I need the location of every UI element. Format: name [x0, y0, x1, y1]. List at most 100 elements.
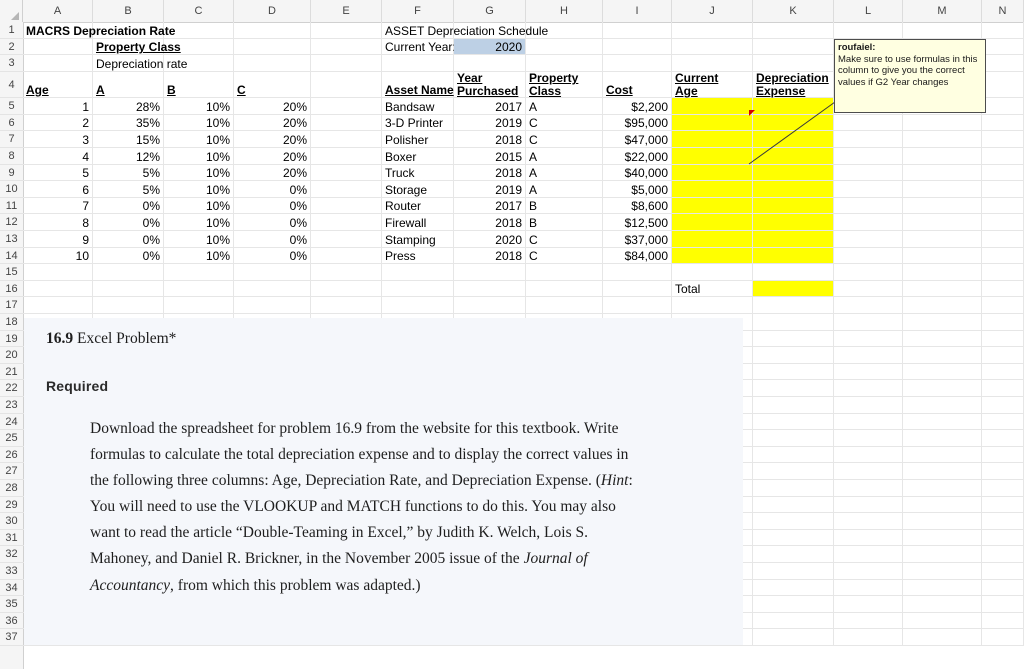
- cell-L10[interactable]: [834, 181, 903, 198]
- cell-E1[interactable]: [311, 22, 382, 39]
- cell-K18[interactable]: [753, 314, 834, 331]
- cell-I2[interactable]: [603, 39, 672, 56]
- cell-N18[interactable]: [982, 314, 1024, 331]
- cell-L8[interactable]: [834, 148, 903, 165]
- cell-H15[interactable]: [526, 264, 603, 281]
- asset-name-value[interactable]: Firewall: [382, 214, 454, 231]
- cell-E17[interactable]: [311, 297, 382, 314]
- cell-A16[interactable]: [23, 281, 93, 298]
- column-header-a[interactable]: A: [23, 0, 93, 22]
- year-purchased-value[interactable]: 2017: [454, 98, 526, 115]
- current-age-value[interactable]: [672, 181, 753, 198]
- current-age-value[interactable]: [672, 148, 753, 165]
- row-header-13[interactable]: 13: [0, 231, 23, 248]
- column-header-e[interactable]: E: [311, 0, 382, 22]
- macrs-age-value[interactable]: 4: [23, 148, 93, 165]
- cell-M17[interactable]: [903, 297, 982, 314]
- cell-L17[interactable]: [834, 297, 903, 314]
- row-header-4[interactable]: 4: [0, 72, 23, 98]
- macrs-rate-c[interactable]: 20%: [234, 98, 311, 115]
- cell-M25[interactable]: [903, 430, 982, 447]
- macrs-age-value[interactable]: 8: [23, 214, 93, 231]
- cost-value[interactable]: $2,200: [603, 98, 672, 115]
- macrs-rate-b[interactable]: 10%: [164, 214, 234, 231]
- depreciation-expense-value[interactable]: [753, 98, 834, 115]
- cell-D17[interactable]: [234, 297, 311, 314]
- row-header-32[interactable]: 32: [0, 546, 23, 563]
- cell-I1[interactable]: [603, 22, 672, 39]
- cell-K31[interactable]: [753, 530, 834, 547]
- column-header-j[interactable]: J: [672, 0, 753, 22]
- year-purchased-header[interactable]: YearPurchased: [454, 72, 526, 98]
- cell-M34[interactable]: [903, 580, 982, 597]
- cell-M36[interactable]: [903, 613, 982, 630]
- cost-value[interactable]: $47,000: [603, 131, 672, 148]
- row-header-10[interactable]: 10: [0, 181, 23, 198]
- cell-N16[interactable]: [982, 281, 1024, 298]
- year-purchased-value[interactable]: 2018: [454, 248, 526, 265]
- cell-H3[interactable]: [526, 55, 603, 72]
- cell-G17[interactable]: [454, 297, 526, 314]
- cell-comment-balloon[interactable]: roufaiel: Make sure to use formulas in t…: [834, 39, 986, 113]
- row-header-16[interactable]: 16: [0, 281, 23, 298]
- cell-N24[interactable]: [982, 414, 1024, 431]
- row-header-2[interactable]: 2: [0, 39, 23, 56]
- current-age-value[interactable]: [672, 115, 753, 132]
- asset-name-value[interactable]: Router: [382, 198, 454, 215]
- cell-M9[interactable]: [903, 165, 982, 182]
- row-header-20[interactable]: 20: [0, 347, 23, 364]
- cell-C17[interactable]: [164, 297, 234, 314]
- cell-L28[interactable]: [834, 480, 903, 497]
- cell-E8[interactable]: [311, 148, 382, 165]
- macrs-age-value[interactable]: 6: [23, 181, 93, 198]
- cell-J15[interactable]: [672, 264, 753, 281]
- macrs-rate-b[interactable]: 10%: [164, 165, 234, 182]
- cell-L1[interactable]: [834, 22, 903, 39]
- macrs-rate-b[interactable]: 10%: [164, 231, 234, 248]
- cell-L13[interactable]: [834, 231, 903, 248]
- macrs-rate-a[interactable]: 0%: [93, 248, 164, 265]
- cell-N12[interactable]: [982, 214, 1024, 231]
- macrs-rate-b[interactable]: 10%: [164, 115, 234, 132]
- cell-M14[interactable]: [903, 248, 982, 265]
- cell-I17[interactable]: [603, 297, 672, 314]
- cell-N22[interactable]: [982, 380, 1024, 397]
- cell-L18[interactable]: [834, 314, 903, 331]
- cell-B15[interactable]: [93, 264, 164, 281]
- row-header-6[interactable]: 6: [0, 115, 23, 132]
- row-header-17[interactable]: 17: [0, 297, 23, 314]
- cell-N37[interactable]: [982, 629, 1024, 646]
- macrs-rate-c[interactable]: 0%: [234, 198, 311, 215]
- cell-K25[interactable]: [753, 430, 834, 447]
- cell-N2[interactable]: [982, 39, 1024, 56]
- cell-N31[interactable]: [982, 530, 1024, 547]
- cell-L27[interactable]: [834, 463, 903, 480]
- macrs-rate-c[interactable]: 0%: [234, 248, 311, 265]
- cell-N35[interactable]: [982, 596, 1024, 613]
- macrs-rate-a[interactable]: 35%: [93, 115, 164, 132]
- macrs-age-value[interactable]: 9: [23, 231, 93, 248]
- select-all-corner[interactable]: [0, 0, 23, 22]
- cost-value[interactable]: $22,000: [603, 148, 672, 165]
- cell-K37[interactable]: [753, 629, 834, 646]
- cell-N25[interactable]: [982, 430, 1024, 447]
- property-class-value[interactable]: A: [526, 148, 603, 165]
- current-age-value[interactable]: [672, 248, 753, 265]
- cell-E12[interactable]: [311, 214, 382, 231]
- depreciation-expense-value[interactable]: [753, 131, 834, 148]
- macrs-rate-a[interactable]: 0%: [93, 198, 164, 215]
- cell-K26[interactable]: [753, 447, 834, 464]
- row-header-15[interactable]: 15: [0, 264, 23, 281]
- cell-L29[interactable]: [834, 497, 903, 514]
- row-header-26[interactable]: 26: [0, 447, 23, 464]
- row-header-11[interactable]: 11: [0, 198, 23, 215]
- row-header-22[interactable]: 22: [0, 380, 23, 397]
- macrs-age-value[interactable]: 7: [23, 198, 93, 215]
- row-header-19[interactable]: 19: [0, 331, 23, 348]
- cell-J17[interactable]: [672, 297, 753, 314]
- cell-M21[interactable]: [903, 364, 982, 381]
- year-purchased-value[interactable]: 2019: [454, 115, 526, 132]
- row-header-29[interactable]: 29: [0, 497, 23, 514]
- row-header-30[interactable]: 30: [0, 513, 23, 530]
- property-class-value[interactable]: B: [526, 214, 603, 231]
